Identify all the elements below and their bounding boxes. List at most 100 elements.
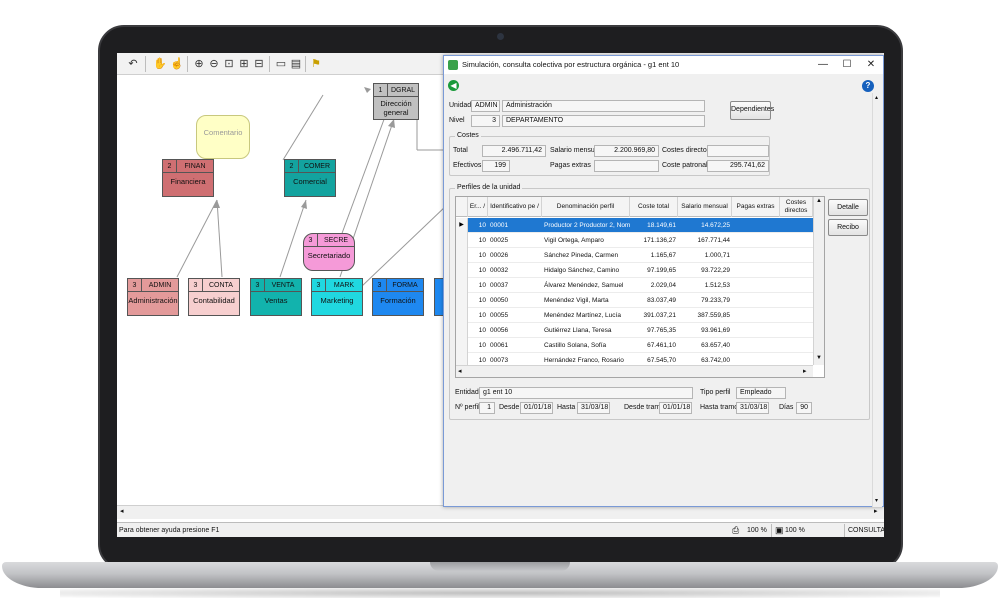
dependientes-button[interactable]: Dependientes <box>730 101 774 120</box>
detalle-button[interactable]: Detalle <box>828 199 868 216</box>
desde-tramo-field[interactable]: 01/01/18 <box>659 402 692 414</box>
total-field[interactable]: 2.496.711,42 <box>482 145 546 157</box>
cell-coste-total: 2.029,04 <box>650 282 676 289</box>
col-header-denominacion[interactable]: Denominación perfil <box>542 197 630 217</box>
back-arrow-icon[interactable]: ◀ <box>448 80 459 91</box>
unidad-code-field[interactable]: ADMIN <box>471 100 500 112</box>
node-level: 3 <box>373 279 387 291</box>
maximize-icon[interactable]: ☐ <box>835 56 859 74</box>
node-name: Financiera <box>170 177 206 186</box>
cell-salario-mensual: 79.233,79 <box>701 297 730 304</box>
zoom-fit-icon[interactable]: ⊡ <box>221 56 237 72</box>
row-indicator[interactable] <box>456 308 468 323</box>
main-horizontal-scrollbar[interactable]: ◂ ▸ <box>117 505 884 519</box>
cell-salario-mensual: 93.722,29 <box>701 267 730 274</box>
hasta-tramo-field[interactable]: 31/03/18 <box>736 402 769 414</box>
unidad-name-field[interactable]: Administración <box>502 100 705 112</box>
close-icon[interactable]: ✕ <box>859 56 883 74</box>
pagas-extras-field[interactable] <box>594 160 659 172</box>
help-pointer-icon[interactable]: ⚑ <box>308 56 324 72</box>
nivel-name-field[interactable]: DEPARTAMENTO <box>502 115 705 127</box>
row-indicator[interactable] <box>456 338 468 353</box>
scroll-right-icon[interactable]: ▸ <box>874 507 878 515</box>
undo-icon[interactable]: ↶ <box>125 56 141 72</box>
node-mark[interactable]: 3 MARK Marketing <box>311 278 363 316</box>
node-secre[interactable]: 3 SECRE Secretariado <box>303 233 355 271</box>
zoom-out-icon[interactable]: ⊖ <box>206 56 222 72</box>
scroll-right-icon[interactable]: ▸ <box>803 367 807 375</box>
table-row[interactable]: 10 00050 Menéndez Vigil, Marta 83.037,49 79.… <box>468 293 813 308</box>
row-indicator[interactable] <box>456 233 468 248</box>
table-row[interactable]: 10 00055 Menéndez Martínez, Lucía 391.037,2… <box>468 308 813 323</box>
zoom-in-icon[interactable]: ⊕ <box>191 56 207 72</box>
screen: ↶ ✋ ☝ ⊕ ⊖ ⊡ ⊞ ⊟ ▭ ▤ ⚑ Comentario 1 DGRAL… <box>117 53 884 537</box>
node-forma[interactable]: 3 FORMA Formación <box>372 278 424 316</box>
zoom-page-icon[interactable]: ⊞ <box>236 56 252 72</box>
scroll-up-icon[interactable]: ▲ <box>816 198 822 204</box>
col-header-costes-directos[interactable]: Costes directos <box>780 197 813 217</box>
row-indicator[interactable] <box>456 293 468 308</box>
col-header-identificativo[interactable]: Identificativo pe / <box>488 197 542 217</box>
node-comer[interactable]: 2 COMER Comercial <box>284 159 336 197</box>
row-indicator[interactable]: ▶ <box>456 218 468 233</box>
salario-mensual-field[interactable]: 2.200.969,80 <box>594 145 659 157</box>
zoom-region-icon[interactable]: ⊟ <box>251 56 267 72</box>
table-row[interactable]: 10 00001 Productor 2 Productor 2, Nomb 18.1… <box>468 218 813 233</box>
recibo-button[interactable]: Recibo <box>828 219 868 236</box>
node-conta[interactable]: 3 CONTA Contabilidad <box>188 278 240 316</box>
grid-vertical-scrollbar[interactable]: ▲ ▼ <box>813 197 824 365</box>
col-header-salario-mensual[interactable]: Salario mensual <box>678 197 732 217</box>
node-finan[interactable]: 2 FINAN Financiera <box>162 159 214 197</box>
scroll-down-icon[interactable]: ▾ <box>875 497 878 504</box>
hand-icon[interactable]: ✋ <box>152 56 168 72</box>
table-row[interactable]: 10 00025 Vigil Ortega, Amparo 171.136,27 167… <box>468 233 813 248</box>
node-code: VENTA <box>271 282 295 289</box>
col-header-pagas-extras[interactable]: Pagas extras <box>732 197 780 217</box>
node-venta[interactable]: 3 VENTA Ventas <box>250 278 302 316</box>
row-indicator[interactable] <box>456 263 468 278</box>
page-icon[interactable]: ▭ <box>273 56 289 72</box>
print-preview-icon[interactable]: ▤ <box>288 56 304 72</box>
scroll-left-icon[interactable]: ◂ <box>458 367 462 375</box>
costes-directos-field[interactable] <box>707 145 769 157</box>
scroll-down-icon[interactable]: ▼ <box>816 355 822 361</box>
coste-patronal-field[interactable]: 295.741,62 <box>707 160 769 172</box>
table-row[interactable]: 10 00056 Gutiérrez Llana, Teresa 97.765,35 9… <box>468 323 813 338</box>
grid-horizontal-scrollbar[interactable]: ◂ ▸ <box>456 365 813 377</box>
org-chart-canvas[interactable]: Comentario 1 DGRAL Dirección general 2 FIN… <box>117 75 447 505</box>
comment-note[interactable]: Comentario <box>196 115 250 159</box>
nperfil-field[interactable]: 1 <box>479 402 495 414</box>
dialog-title-bar[interactable]: Simulación, consulta colectiva por estru… <box>444 56 883 74</box>
tipo-perfil-label: Tipo perfil <box>700 389 731 396</box>
efectivos-field[interactable]: 199 <box>482 160 510 172</box>
tipo-perfil-field[interactable]: Empleado <box>736 387 786 399</box>
printer-icon[interactable]: ⎙ <box>732 524 739 537</box>
table-row[interactable]: 10 00061 Castillo Solana, Sofía 67.461,10 63… <box>468 338 813 353</box>
desde-field[interactable]: 01/01/18 <box>520 402 553 414</box>
node-admin[interactable]: 3 ADMIN Administración <box>127 278 179 316</box>
node-level: 2 <box>285 160 299 172</box>
dialog-vertical-scrollbar[interactable]: ▴ ▾ <box>872 93 882 507</box>
table-row[interactable]: 10 00026 Sánchez Pineda, Carmen 1.165,67 1.0… <box>468 248 813 263</box>
hand-point-icon[interactable]: ☝ <box>169 56 185 72</box>
nivel-number-field[interactable]: 3 <box>471 115 500 127</box>
cell-costes-directos <box>780 263 811 278</box>
minimize-icon[interactable]: — <box>811 56 835 74</box>
scroll-left-icon[interactable]: ◂ <box>120 507 124 515</box>
row-indicator[interactable] <box>456 248 468 263</box>
table-row[interactable]: 10 00037 Álvarez Menéndez, Samuel 2.029,04 1… <box>468 278 813 293</box>
help-icon[interactable]: ? <box>862 80 874 92</box>
dias-field[interactable]: 90 <box>796 402 812 414</box>
table-row[interactable]: 10 00032 Hidalgo Sánchez, Camino 97.199,65 9… <box>468 263 813 278</box>
col-header-er[interactable]: Er... / <box>468 197 488 217</box>
entidad-field[interactable]: g1 ent 10 <box>479 387 693 399</box>
cell-salario-mensual: 1.512,53 <box>704 282 730 289</box>
perfiles-grid[interactable]: Er... / Identificativo pe / Denominación… <box>455 196 825 378</box>
row-indicator[interactable] <box>456 323 468 338</box>
node-dgral[interactable]: 1 DGRAL Dirección general <box>373 83 419 120</box>
cell-coste-total: 171.136,27 <box>643 237 676 244</box>
col-header-coste-total[interactable]: Coste total <box>630 197 678 217</box>
hasta-field[interactable]: 31/03/18 <box>577 402 610 414</box>
row-indicator[interactable] <box>456 278 468 293</box>
scroll-up-icon[interactable]: ▴ <box>875 94 878 101</box>
